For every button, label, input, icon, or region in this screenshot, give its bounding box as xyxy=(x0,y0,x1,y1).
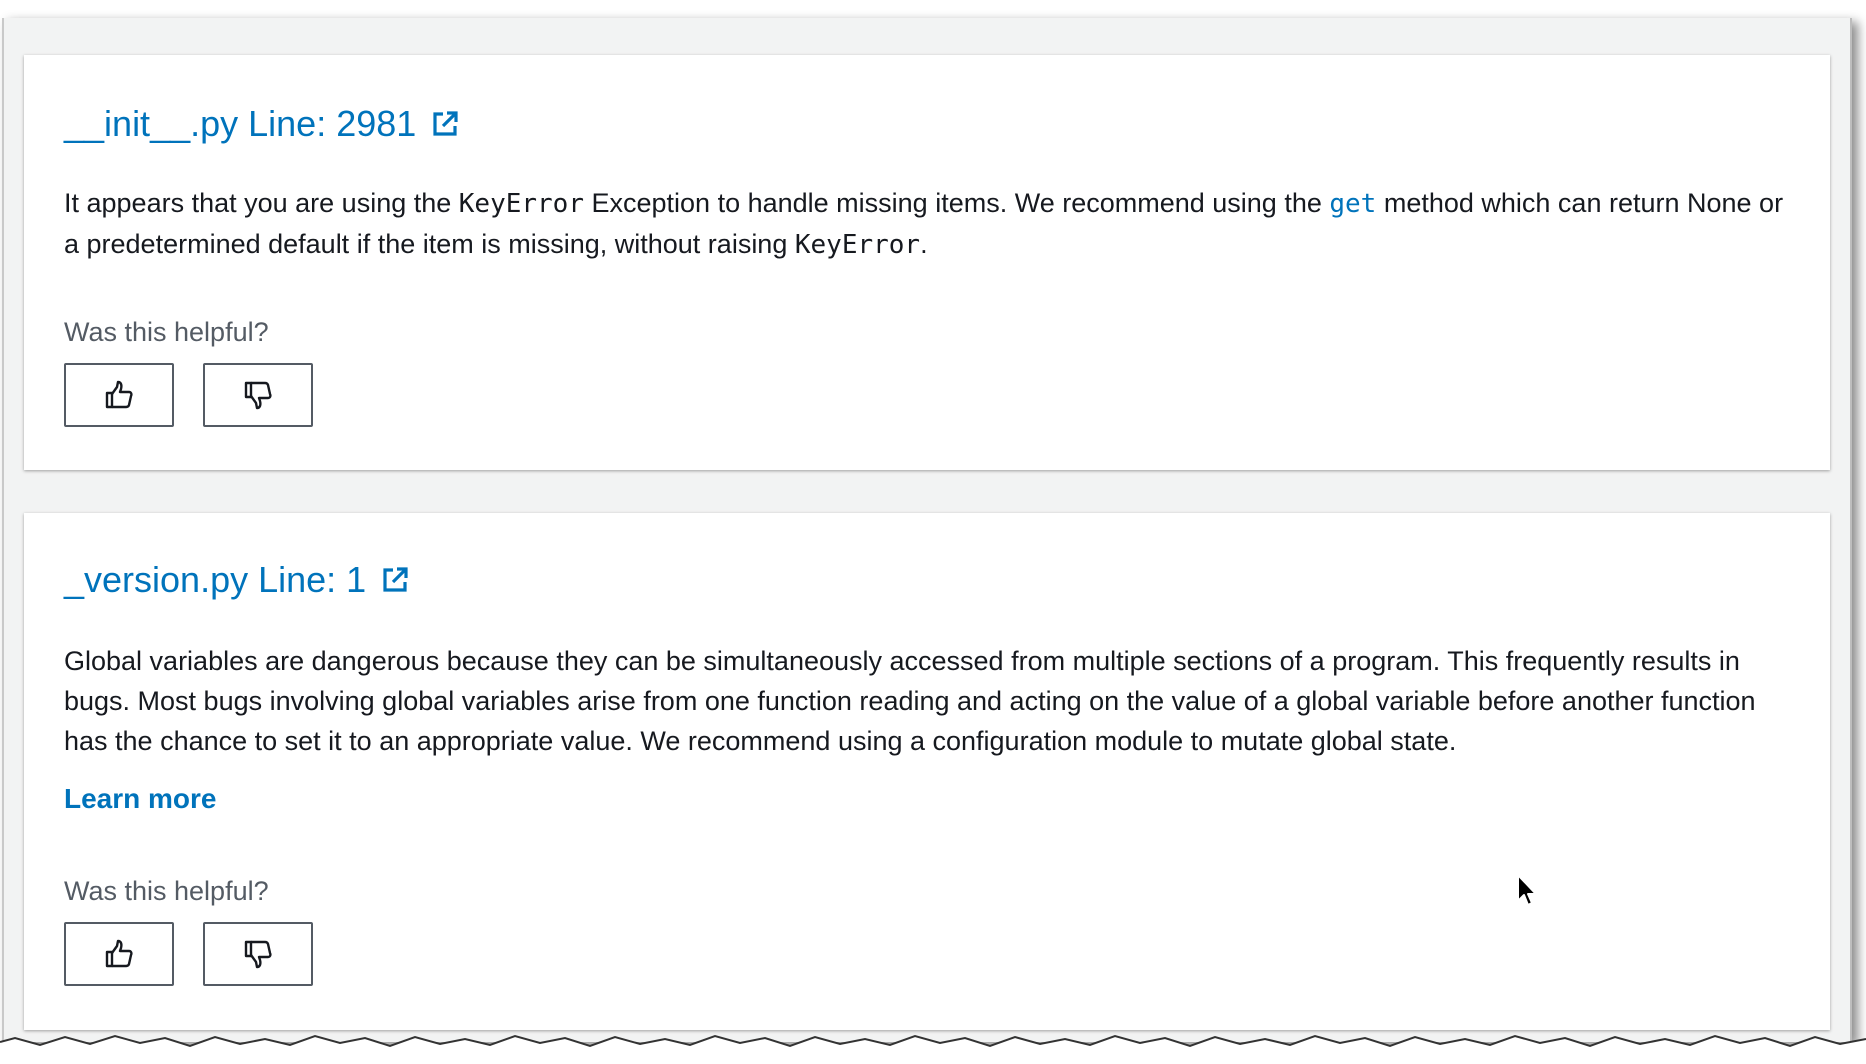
finding-description: Global variables are dangerous because t… xyxy=(64,646,1756,756)
thumbs-up-button[interactable] xyxy=(64,363,174,427)
helpful-label: Was this helpful? xyxy=(64,876,269,906)
finding-card: _version.py Line: 1 Global variables are… xyxy=(24,513,1830,1030)
external-link-icon[interactable] xyxy=(430,109,460,139)
thumbs-down-icon xyxy=(244,381,272,410)
findings-panel: __init__.py Line: 2981 It appears that y… xyxy=(2,18,1852,1042)
description-text: . xyxy=(920,229,928,259)
thumbs-up-button[interactable] xyxy=(64,922,174,986)
external-link-icon[interactable] xyxy=(380,565,410,595)
helpful-label: Was this helpful? xyxy=(64,317,269,347)
get-method-link[interactable]: get xyxy=(1329,189,1376,219)
torn-bottom-edge xyxy=(0,1034,1866,1064)
thumbs-down-button[interactable] xyxy=(203,363,313,427)
thumbs-down-button[interactable] xyxy=(203,922,313,986)
finding-description: It appears that you are using the KeyErr… xyxy=(64,183,1804,265)
description-text: Exception to handle missing items. We re… xyxy=(584,188,1330,218)
thumbs-down-icon xyxy=(244,940,272,969)
code-keyerror: KeyError xyxy=(794,230,921,260)
mouse-pointer-icon xyxy=(1517,874,1537,906)
description-text: It appears that you are using the xyxy=(64,188,459,218)
screenshot-frame: __init__.py Line: 2981 It appears that y… xyxy=(0,0,1866,1064)
file-link-label[interactable]: _version.py Line: 1 xyxy=(64,559,366,601)
file-link[interactable]: _version.py Line: 1 xyxy=(64,559,410,601)
thumbs-up-icon xyxy=(105,939,133,968)
file-link-label[interactable]: __init__.py Line: 2981 xyxy=(64,103,416,145)
thumbs-up-icon xyxy=(105,380,133,409)
file-link[interactable]: __init__.py Line: 2981 xyxy=(64,103,460,145)
code-keyerror: KeyError xyxy=(458,189,584,219)
finding-card: __init__.py Line: 2981 It appears that y… xyxy=(24,55,1830,470)
learn-more-link[interactable]: Learn more xyxy=(64,783,217,815)
